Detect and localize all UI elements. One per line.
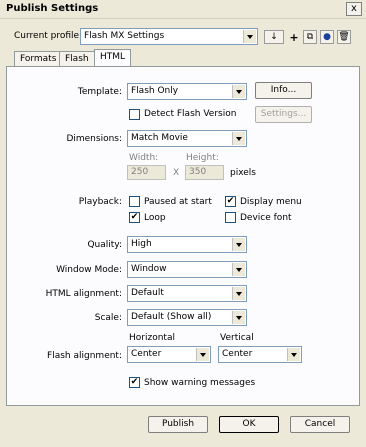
template-label: Template: bbox=[77, 87, 122, 97]
display-menu-label: Display menu bbox=[240, 197, 302, 207]
tab-html[interactable]: HTML bbox=[94, 49, 132, 67]
chevron-down-icon bbox=[232, 263, 245, 276]
chevron-down-icon bbox=[232, 132, 245, 145]
chevron-down-icon bbox=[232, 238, 245, 251]
quality-dropdown[interactable]: High bbox=[127, 236, 247, 253]
profile-label: Current profile: bbox=[14, 31, 83, 41]
detect-flash-label: Detect Flash Version bbox=[144, 109, 237, 119]
dimensions-x-symbol: X bbox=[173, 168, 180, 178]
height-label: Height: bbox=[186, 153, 219, 163]
quality-label: Quality: bbox=[87, 240, 122, 250]
html-alignment-dropdown[interactable]: Default bbox=[127, 285, 247, 302]
scale-label: Scale: bbox=[94, 313, 122, 323]
chevron-down-icon bbox=[287, 348, 300, 361]
window-title: Publish Settings bbox=[6, 3, 99, 14]
vertical-alignment-value: Center bbox=[222, 349, 253, 359]
title-bar: Publish Settings x bbox=[0, 0, 366, 19]
chevron-down-icon bbox=[196, 348, 209, 361]
loop-label: Loop bbox=[144, 213, 166, 223]
scale-value: Default (Show all) bbox=[131, 312, 212, 322]
pixels-label: pixels bbox=[230, 168, 256, 178]
tab-flash[interactable]: Flash bbox=[59, 51, 95, 67]
height-input[interactable]: 350 bbox=[185, 165, 224, 180]
loop-checkbox[interactable]: ✔ bbox=[129, 212, 140, 223]
template-value: Flash Only bbox=[131, 86, 179, 96]
profile-properties-icon[interactable]: ● bbox=[320, 30, 334, 44]
playback-label: Playback: bbox=[78, 197, 122, 207]
dimensions-dropdown[interactable]: Match Movie bbox=[127, 130, 247, 147]
html-alignment-label: HTML alignment: bbox=[45, 289, 122, 299]
window-mode-label: Window Mode: bbox=[56, 265, 122, 275]
profile-dropdown[interactable]: Flash MX Settings bbox=[80, 28, 258, 45]
horizontal-label: Horizontal bbox=[129, 333, 175, 343]
vertical-label: Vertical bbox=[220, 333, 254, 343]
horizontal-alignment-value: Center bbox=[131, 349, 162, 359]
cancel-button[interactable]: Cancel bbox=[290, 416, 350, 433]
width-input[interactable]: 250 bbox=[127, 165, 166, 180]
chevron-down-icon bbox=[232, 85, 245, 98]
paused-at-start-checkbox[interactable] bbox=[129, 196, 140, 207]
chevron-down-icon bbox=[243, 30, 256, 43]
scale-dropdown[interactable]: Default (Show all) bbox=[127, 309, 247, 326]
dimensions-value: Match Movie bbox=[131, 133, 188, 143]
quality-value: High bbox=[131, 239, 152, 249]
flash-alignment-label: Flash alignment: bbox=[47, 351, 122, 361]
html-alignment-value: Default bbox=[131, 288, 164, 298]
window-mode-value: Window bbox=[131, 264, 167, 274]
info-button[interactable]: Info... bbox=[255, 82, 312, 99]
add-profile-icon[interactable]: + bbox=[287, 30, 301, 44]
dimensions-label: Dimensions: bbox=[66, 134, 122, 144]
ok-button[interactable]: OK bbox=[219, 416, 279, 433]
show-warnings-label: Show warning messages bbox=[144, 378, 256, 388]
profile-value: Flash MX Settings bbox=[84, 31, 165, 41]
detect-flash-checkbox[interactable] bbox=[129, 109, 140, 120]
paused-at-start-label: Paused at start bbox=[144, 197, 212, 207]
close-button[interactable]: x bbox=[346, 2, 362, 16]
publish-button[interactable]: Publish bbox=[148, 416, 208, 433]
tab-formats[interactable]: Formats bbox=[14, 51, 63, 67]
delete-profile-icon[interactable]: 🗑 bbox=[337, 30, 351, 44]
device-font-checkbox[interactable] bbox=[225, 212, 236, 223]
horizontal-alignment-dropdown[interactable]: Center bbox=[127, 346, 211, 363]
vertical-alignment-dropdown[interactable]: Center bbox=[218, 346, 302, 363]
duplicate-profile-icon[interactable]: ⧉ bbox=[303, 30, 317, 44]
device-font-label: Device font bbox=[240, 213, 292, 223]
chevron-down-icon bbox=[232, 287, 245, 300]
template-dropdown[interactable]: Flash Only bbox=[127, 83, 247, 100]
width-label: Width: bbox=[129, 153, 159, 163]
display-menu-checkbox[interactable]: ✔ bbox=[225, 196, 236, 207]
settings-button[interactable]: Settings... bbox=[255, 106, 312, 123]
import-export-icon[interactable]: ↓ bbox=[264, 30, 284, 44]
window-mode-dropdown[interactable]: Window bbox=[127, 261, 247, 278]
chevron-down-icon bbox=[232, 311, 245, 324]
show-warnings-checkbox[interactable]: ✔ bbox=[129, 377, 140, 388]
